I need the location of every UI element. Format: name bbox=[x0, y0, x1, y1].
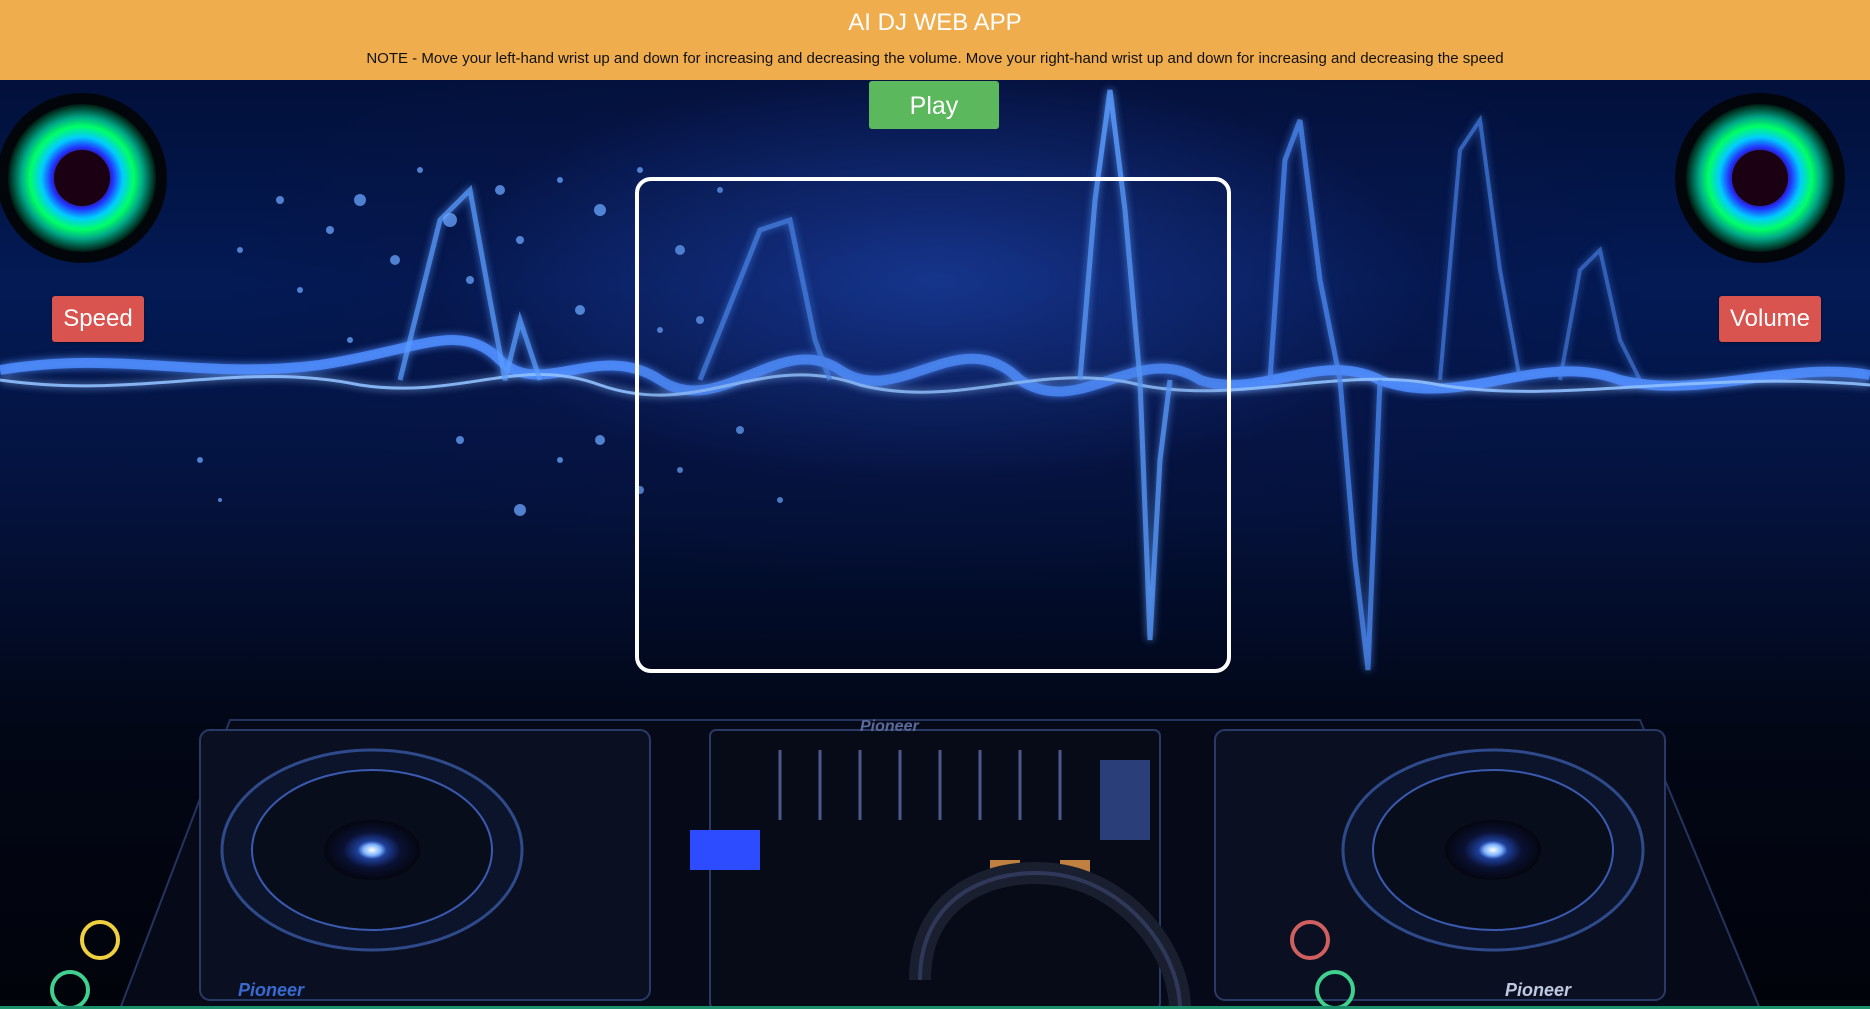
speed-button[interactable]: Speed bbox=[52, 296, 144, 342]
mixer-brand: Pioneer bbox=[860, 718, 919, 735]
right-deck-brand: Pioneer bbox=[1505, 980, 1572, 1000]
left-deck-brand: Pioneer bbox=[238, 980, 305, 1000]
speaker-icon bbox=[1682, 95, 1862, 275]
webcam-canvas bbox=[635, 177, 1231, 673]
volume-button[interactable]: Volume bbox=[1719, 296, 1821, 342]
speaker-icon bbox=[0, 95, 180, 275]
play-button[interactable]: Play bbox=[869, 81, 999, 129]
app-header: AI DJ WEB APP NOTE - Move your left-hand… bbox=[0, 0, 1870, 80]
instruction-note: NOTE - Move your left-hand wrist up and … bbox=[366, 50, 1504, 67]
app-title: AI DJ WEB APP bbox=[848, 9, 1022, 36]
dj-console bbox=[50, 719, 1762, 1009]
